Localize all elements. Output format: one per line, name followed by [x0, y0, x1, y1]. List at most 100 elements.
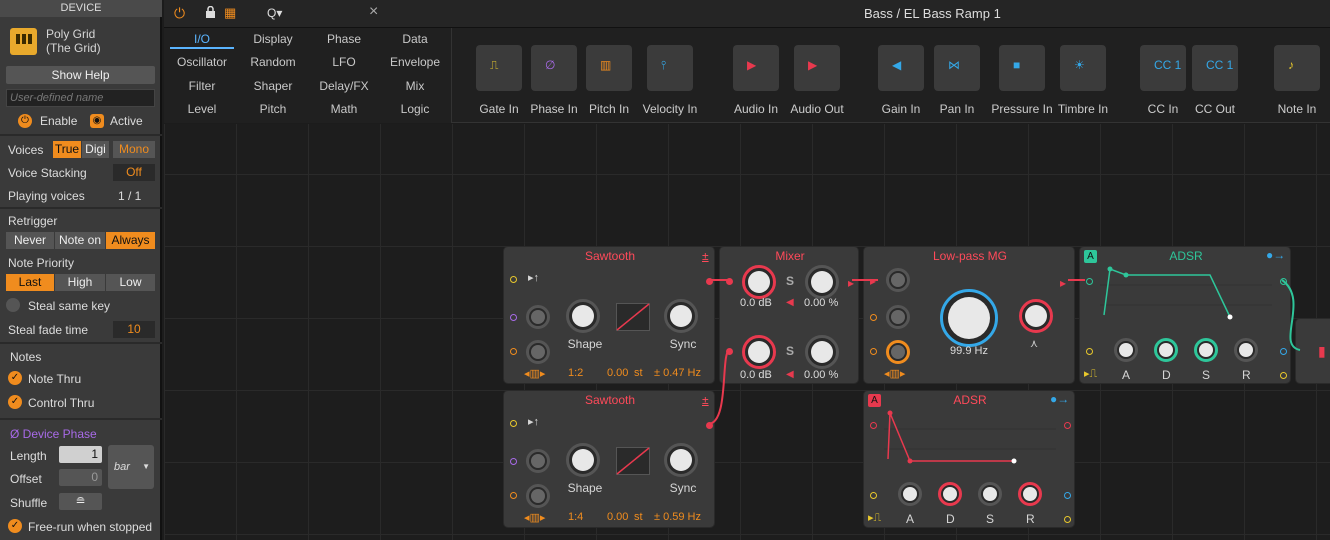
pitch-port[interactable]: [510, 348, 517, 355]
sustain-knob[interactable]: [1194, 338, 1218, 362]
category-filter[interactable]: Filter: [170, 79, 234, 93]
check-icon[interactable]: ✓: [8, 395, 22, 409]
cutoff-knob[interactable]: [940, 289, 998, 347]
enable-label[interactable]: Enable: [40, 114, 77, 128]
pan-knob-2[interactable]: [805, 335, 839, 369]
module-pressure-in[interactable]: ■: [999, 45, 1045, 91]
pct-value-2[interactable]: 0.00 %: [804, 369, 838, 381]
attack-knob[interactable]: [898, 482, 922, 506]
decay-knob[interactable]: [1154, 338, 1178, 362]
offset-field[interactable]: 0: [59, 469, 102, 486]
category-shaper[interactable]: Shaper: [241, 79, 305, 93]
category-phase[interactable]: Phase: [312, 32, 376, 46]
out-arrow-icon[interactable]: ▸: [848, 276, 854, 290]
cutoff-value[interactable]: 99.9 Hz: [944, 345, 994, 357]
show-help-button[interactable]: Show Help: [6, 66, 155, 84]
shape-knob[interactable]: [566, 299, 600, 333]
ratio-value[interactable]: 1:4: [568, 511, 583, 523]
release-knob[interactable]: [1234, 338, 1258, 362]
gate-in-port[interactable]: [1086, 348, 1093, 355]
voices-true-button[interactable]: True: [53, 141, 81, 158]
user-defined-name-field[interactable]: User-defined name: [6, 89, 155, 107]
power-icon[interactable]: ⏻: [174, 5, 185, 22]
gate-in-port[interactable]: [870, 492, 877, 499]
shape-knob[interactable]: [566, 443, 600, 477]
active-label[interactable]: Active: [110, 114, 143, 128]
voices-mono-button[interactable]: Mono: [113, 141, 155, 158]
ratio-value[interactable]: 1:2: [568, 367, 583, 379]
sync-knob[interactable]: [664, 299, 698, 333]
end-port[interactable]: [1280, 372, 1287, 379]
pitch-knob[interactable]: [526, 340, 550, 364]
release-knob[interactable]: [1018, 482, 1042, 506]
module-audio-out[interactable]: ▶: [794, 45, 840, 91]
module-gate-in[interactable]: ⎍: [476, 45, 522, 91]
semitone-value[interactable]: 0.00: [607, 511, 628, 523]
out-port[interactable]: [706, 422, 713, 429]
out-arrow-icon[interactable]: ▸: [1060, 276, 1066, 290]
shuffle-button[interactable]: ≘: [59, 493, 102, 510]
adsr-module-1[interactable]: A ADSR ●→ ▸⎍ A D S R: [1079, 246, 1291, 384]
priority-last-button[interactable]: Last: [6, 274, 54, 291]
category-data[interactable]: Data: [383, 32, 447, 46]
category-envelope[interactable]: Envelope: [383, 55, 447, 69]
category-level[interactable]: Level: [170, 102, 234, 116]
category-display[interactable]: Display: [241, 32, 305, 46]
category-lfo[interactable]: LFO: [312, 55, 376, 69]
adsr-module-2[interactable]: A ADSR ●→ ▸⎍ A D S R: [863, 390, 1075, 528]
gain-knob-2[interactable]: [742, 335, 776, 369]
voices-digi-button[interactable]: Digi: [82, 141, 109, 158]
gate-port[interactable]: [510, 276, 517, 283]
phase-knob[interactable]: [526, 449, 550, 473]
in-port-2[interactable]: [726, 348, 733, 355]
solo-label[interactable]: S: [786, 274, 794, 288]
in-arrow-icon[interactable]: ▸: [870, 274, 876, 288]
phase-port[interactable]: [510, 314, 517, 321]
mod-port[interactable]: [1064, 492, 1071, 499]
end-port[interactable]: [1064, 516, 1071, 523]
module-cc-out[interactable]: CC 1: [1192, 45, 1238, 91]
module-pitch-in[interactable]: ▥: [586, 45, 632, 91]
retrigger-never-button[interactable]: Never: [6, 232, 54, 249]
free-run-label[interactable]: Free-run when stopped: [28, 520, 152, 534]
lock-icon[interactable]: [205, 5, 216, 18]
search-icon[interactable]: Q▾: [267, 6, 282, 20]
out-port[interactable]: [1064, 422, 1071, 429]
semitone-value[interactable]: 0.00: [607, 367, 628, 379]
category-oscillator[interactable]: Oscillator: [170, 55, 234, 69]
resonance-knob[interactable]: [1019, 299, 1053, 333]
length-field[interactable]: 1: [59, 446, 102, 463]
bar-unit-select[interactable]: bar ▼: [108, 445, 154, 489]
gate-port[interactable]: [870, 422, 877, 429]
module-velocity-in[interactable]: ⫯: [647, 45, 693, 91]
gate-port[interactable]: [510, 420, 517, 427]
category-math[interactable]: Math: [312, 102, 376, 116]
pitch-knob[interactable]: [526, 484, 550, 508]
note-thru-label[interactable]: Note Thru: [28, 372, 81, 386]
category-pitch[interactable]: Pitch: [241, 102, 305, 116]
input-knob[interactable]: [886, 268, 910, 292]
module-cc-in[interactable]: CC 1: [1140, 45, 1186, 91]
power-icon[interactable]: ⏻: [18, 114, 32, 128]
retrigger-noteon-button[interactable]: Note on: [55, 232, 105, 249]
steal-same-key-label[interactable]: Steal same key: [28, 299, 110, 313]
check-icon[interactable]: ✓: [8, 519, 22, 533]
module-gain-in[interactable]: ◀: [878, 45, 924, 91]
close-icon[interactable]: ×: [369, 3, 378, 21]
phase-port[interactable]: [510, 458, 517, 465]
solo-label[interactable]: S: [786, 344, 794, 358]
steal-same-key-toggle[interactable]: [6, 298, 20, 312]
sync-knob[interactable]: [664, 443, 698, 477]
sustain-knob[interactable]: [978, 482, 1002, 506]
audio-out-module[interactable]: ▮: [1295, 318, 1330, 384]
pitch-port[interactable]: [870, 348, 877, 355]
priority-low-button[interactable]: Low: [106, 274, 155, 291]
out-port[interactable]: [706, 278, 713, 285]
out-port[interactable]: [1280, 278, 1287, 285]
gain-knob-1[interactable]: [742, 265, 776, 299]
voice-stacking-value[interactable]: Off: [113, 164, 155, 181]
module-audio-in[interactable]: ▶: [733, 45, 779, 91]
module-note-in[interactable]: ♪: [1274, 45, 1320, 91]
hz-value[interactable]: ± 0.47 Hz: [654, 367, 701, 379]
check-icon[interactable]: ✓: [8, 371, 22, 385]
